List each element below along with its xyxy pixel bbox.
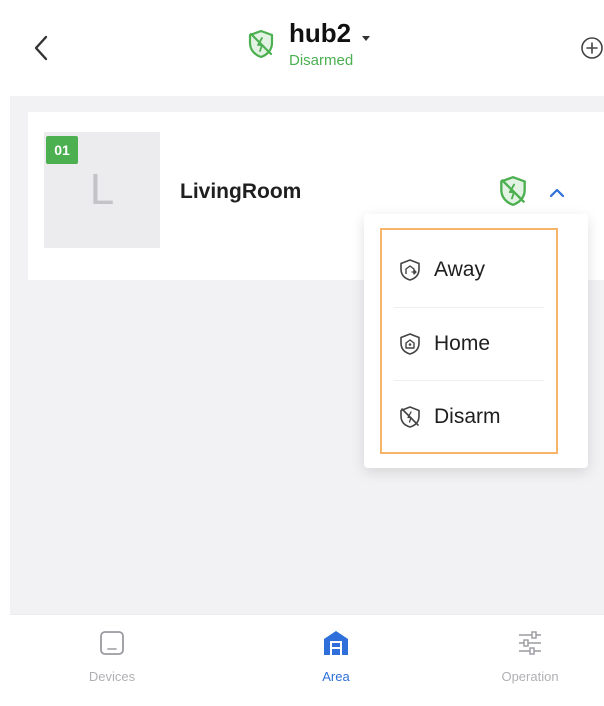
menu-item-disarm[interactable]: Disarm [382,381,556,453]
sliders-icon [519,631,541,655]
menu-item-away[interactable]: Away [382,234,556,306]
menu-item-label: Disarm [434,405,501,428]
collapse-button[interactable] [546,182,568,204]
away-shield-icon [400,259,420,281]
chevron-up-icon [549,188,565,198]
plus-circle-icon [581,37,603,59]
add-button[interactable] [580,36,604,60]
area-building-icon [324,631,348,655]
area-number-badge: 01 [46,136,78,164]
arm-mode-highlight: Away Home Disarm [380,228,558,454]
arm-mode-menu: Away Home Disarm [364,214,588,468]
menu-item-label: Away [434,258,485,281]
tab-label: Area [322,669,350,684]
home-shield-icon [400,333,420,355]
tab-operation[interactable]: Operation [470,627,590,697]
area-initial: L [89,165,115,214]
device-square-icon [100,631,124,655]
disarm-shield-icon [400,406,420,428]
bottom-tab-bar: Devices Area Operation [10,614,604,706]
tab-area[interactable]: Area [276,627,396,697]
caret-down-icon [362,36,371,41]
shield-disarmed-icon [500,176,526,206]
menu-item-label: Home [434,332,491,355]
hub-selector[interactable]: hub2 Disarmed [245,18,373,82]
area-arm-state-button[interactable] [496,174,530,208]
top-bar: hub2 Disarmed [10,0,604,96]
chevron-left-icon [34,35,48,61]
frame-edge [0,0,10,706]
menu-item-home[interactable]: Home [382,308,556,380]
tab-label: Operation [501,669,559,684]
tab-devices[interactable]: Devices [52,627,172,697]
shield-disarmed-icon [248,29,274,59]
hub-status: Disarmed [289,52,354,69]
hub-name: hub2 [289,18,352,48]
area-name: LivingRoom [180,180,302,203]
tab-label: Devices [88,669,136,684]
back-button[interactable] [26,30,56,66]
